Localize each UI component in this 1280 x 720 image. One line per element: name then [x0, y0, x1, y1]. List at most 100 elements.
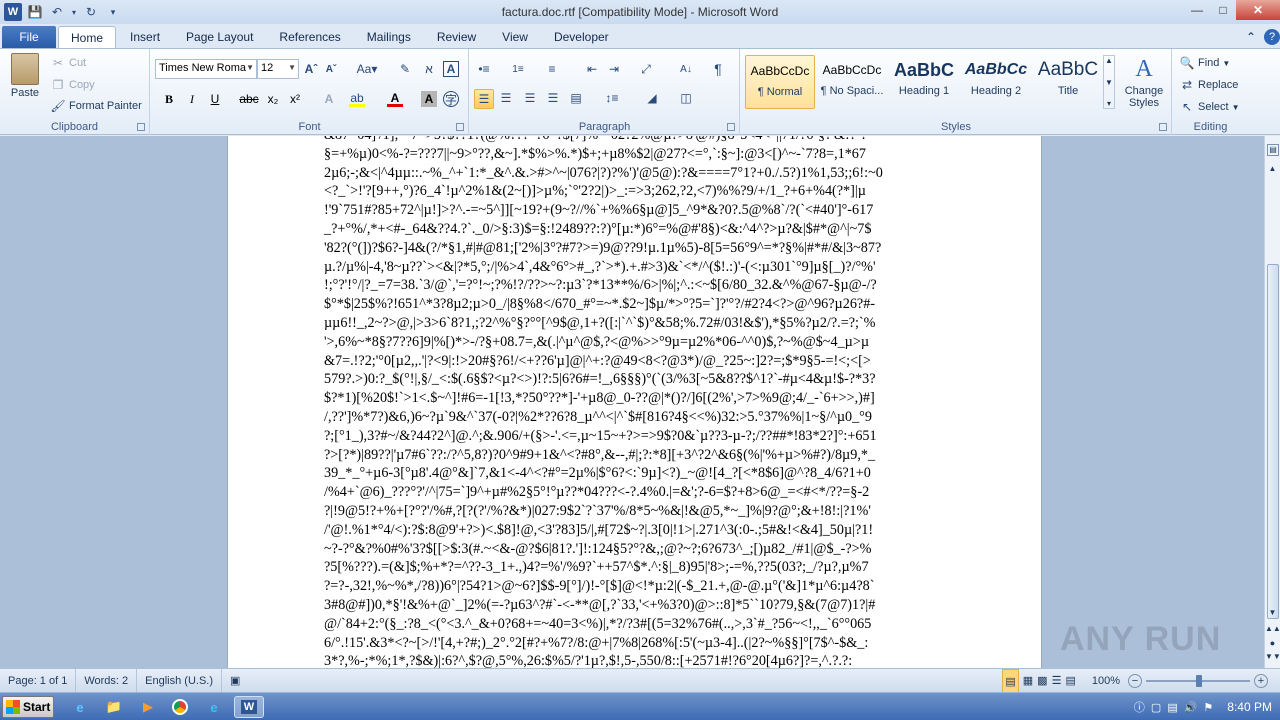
zoom-level[interactable]: 100%: [1084, 669, 1128, 693]
zoom-slider[interactable]: [1146, 674, 1250, 688]
superscript-button[interactable]: x²: [287, 91, 303, 107]
bullets-button[interactable]: •≡: [476, 61, 492, 77]
scroll-down-arrow[interactable]: ▼: [1265, 606, 1280, 620]
copy-button[interactable]: ❐ Copy: [50, 77, 95, 93]
font-name-combo[interactable]: Times New Roma ▼: [155, 59, 257, 79]
tab-developer[interactable]: Developer: [542, 26, 621, 48]
document-page[interactable]: &87=04]'/1];=-7~>5?$??1?(@%???*?6*?$[7]%…: [227, 136, 1042, 668]
tray-flag-icon[interactable]: ⚑: [1203, 701, 1213, 714]
web-layout-icon[interactable]: ▩: [1037, 669, 1047, 693]
center-button[interactable]: ☰: [498, 90, 514, 106]
previous-page-icon[interactable]: ▲▲: [1265, 624, 1280, 636]
close-button[interactable]: ✕: [1236, 0, 1280, 20]
outline-icon[interactable]: ☰: [1052, 669, 1062, 693]
save-icon[interactable]: 💾: [26, 3, 44, 21]
align-left-button[interactable]: ☰: [474, 89, 494, 109]
tab-file[interactable]: File: [2, 26, 56, 48]
highlight-button[interactable]: ab: [349, 91, 365, 107]
format-painter-button[interactable]: 🖌 Format Painter: [50, 98, 141, 114]
minimize-ribbon-icon[interactable]: ⌃: [1240, 26, 1262, 48]
draft-icon[interactable]: ▤: [1065, 669, 1075, 693]
clock[interactable]: 8:40 PM: [1227, 700, 1272, 714]
find-button[interactable]: 🔍 Find ▼: [1179, 55, 1231, 71]
change-styles-button[interactable]: A Change Styles: [1121, 53, 1167, 109]
style-no-spacing[interactable]: AaBbCcDc ¶ No Spaci...: [817, 55, 887, 109]
phonetic-guide-button[interactable]: א: [421, 61, 437, 77]
character-shading-button[interactable]: A: [421, 91, 437, 107]
document-body-text[interactable]: &87=04]'/1];=-7~>5?$??1?(@%???*?6*?$[7]%…: [324, 136, 944, 668]
clear-formatting-button[interactable]: ✎: [397, 61, 413, 77]
strikethrough-button[interactable]: abc: [239, 91, 259, 107]
numbering-button[interactable]: 1≡: [510, 61, 526, 77]
cut-button[interactable]: ✂ Cut: [50, 55, 86, 71]
next-page-icon[interactable]: ▼▼: [1265, 652, 1280, 664]
tab-review[interactable]: Review: [425, 26, 488, 48]
word-count[interactable]: Words: 2: [76, 668, 138, 693]
file-explorer-icon[interactable]: 📁: [102, 696, 126, 718]
increase-indent-button[interactable]: ⇥: [606, 61, 622, 77]
multilevel-list-button[interactable]: ≡: [544, 61, 560, 77]
ruler-toggle-icon[interactable]: ▤: [1267, 144, 1279, 156]
clipboard-dialog-launcher[interactable]: [137, 123, 145, 131]
edge-icon[interactable]: e: [202, 696, 226, 718]
style-normal[interactable]: AaBbCcDc ¶ Normal: [745, 55, 815, 109]
paste-button[interactable]: Paste: [6, 53, 44, 99]
font-size-combo[interactable]: 12 ▼: [257, 59, 299, 79]
subscript-button[interactable]: x₂: [265, 91, 281, 107]
maximize-button[interactable]: □: [1210, 0, 1236, 20]
shrink-font-button[interactable]: Aˇ: [323, 61, 339, 77]
italic-button[interactable]: I: [184, 91, 200, 107]
justify-button[interactable]: ☰: [545, 90, 561, 106]
font-color-button[interactable]: A: [387, 91, 403, 107]
browse-object-icon[interactable]: ●: [1265, 638, 1280, 650]
styles-scroll-buttons[interactable]: ▲ ▼ ▾: [1103, 55, 1115, 109]
borders-button[interactable]: ◫: [678, 90, 694, 106]
decrease-indent-button[interactable]: ⇤: [584, 61, 600, 77]
distributed-button[interactable]: ▤: [568, 90, 584, 106]
internet-explorer-icon[interactable]: e: [68, 696, 92, 718]
zoom-in-icon[interactable]: +: [1254, 673, 1268, 688]
word-app-icon[interactable]: W: [4, 3, 22, 21]
page-count[interactable]: Page: 1 of 1: [0, 668, 77, 693]
styles-dialog-launcher[interactable]: [1159, 123, 1167, 131]
minimize-button[interactable]: —: [1184, 0, 1210, 20]
vertical-scrollbar[interactable]: ▤ ▲ ▼ ▲▲ ● ▼▼: [1264, 136, 1280, 668]
language-indicator[interactable]: English (U.S.): [137, 668, 222, 693]
zoom-slider-thumb[interactable]: [1196, 674, 1202, 687]
customize-qat-icon[interactable]: ▾: [104, 3, 122, 21]
scroll-up-arrow[interactable]: ▲: [1265, 162, 1280, 176]
style-heading-2[interactable]: AaBbCc Heading 2: [961, 55, 1031, 109]
bold-button[interactable]: B: [161, 91, 177, 107]
start-button[interactable]: Start: [2, 696, 54, 718]
paragraph-dialog-launcher[interactable]: [727, 123, 735, 131]
change-case-button[interactable]: Aa▾: [355, 61, 379, 77]
tab-home[interactable]: Home: [58, 26, 117, 48]
tab-view[interactable]: View: [490, 26, 540, 48]
replace-button[interactable]: ⇄ Replace: [1179, 77, 1238, 93]
tray-folder-icon[interactable]: ▢: [1151, 701, 1161, 714]
zoom-out-icon[interactable]: −: [1128, 673, 1142, 688]
align-right-button[interactable]: ☰: [522, 90, 538, 106]
select-button[interactable]: ↖ Select ▼: [1179, 99, 1240, 115]
character-border-button[interactable]: A: [443, 61, 459, 77]
sort-button[interactable]: A↓: [678, 61, 694, 77]
chrome-icon[interactable]: [168, 696, 192, 718]
macro-record-icon[interactable]: ▣: [222, 669, 248, 693]
font-dialog-launcher[interactable]: [456, 123, 464, 131]
undo-icon[interactable]: ↶: [48, 3, 66, 21]
scrollbar-thumb[interactable]: [1267, 264, 1279, 619]
redo-icon[interactable]: ↻: [82, 3, 100, 21]
tab-references[interactable]: References: [267, 26, 352, 48]
text-effects-button[interactable]: A: [321, 91, 337, 107]
tab-insert[interactable]: Insert: [118, 26, 172, 48]
media-player-icon[interactable]: ▶: [136, 696, 160, 718]
underline-button[interactable]: U: [207, 91, 223, 107]
enclose-characters-button[interactable]: 字: [443, 91, 459, 107]
tab-mailings[interactable]: Mailings: [355, 26, 423, 48]
undo-dropdown-icon[interactable]: ▾: [70, 3, 78, 21]
word-taskbar-button[interactable]: W: [234, 696, 264, 718]
grow-font-button[interactable]: Aˆ: [303, 61, 319, 77]
show-hide-button[interactable]: ¶: [710, 61, 726, 77]
line-spacing-button[interactable]: ↕≡: [604, 90, 620, 106]
tray-volume-icon[interactable]: 🔊: [1184, 701, 1198, 714]
